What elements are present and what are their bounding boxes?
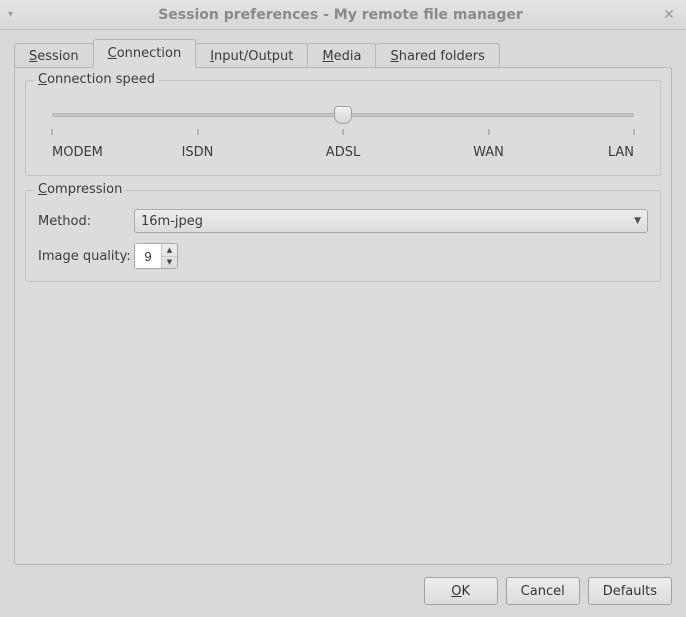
tab-input-output[interactable]: Input/Output [195, 43, 308, 69]
slider-label: MODEM [52, 145, 103, 160]
slider-tick [197, 129, 198, 135]
method-combo[interactable]: 16m-jpeg ▼ [134, 209, 648, 233]
tab-panel-connection: Connection speed MODEM ISDN ADSL WAN LAN Com… [14, 67, 672, 565]
slider-tick [343, 129, 344, 135]
slider-label: WAN [473, 145, 504, 160]
slider-tick [634, 129, 635, 135]
tab-media[interactable]: Media [307, 43, 376, 69]
slider-labels: MODEM ISDN ADSL WAN LAN [52, 145, 634, 163]
slider-label: LAN [608, 145, 634, 160]
window-menu-icon[interactable]: ▾ [8, 9, 13, 20]
slider-ticks [52, 129, 634, 139]
image-quality-stepper[interactable]: ▲ ▼ [134, 243, 178, 269]
tab-session[interactable]: Session [14, 43, 94, 69]
tab-shared-folders[interactable]: Shared folders [375, 43, 499, 69]
connection-speed-slider[interactable]: MODEM ISDN ADSL WAN LAN [38, 99, 648, 163]
row-image-quality: Image quality: ▲ ▼ [38, 243, 648, 269]
slider-label: ISDN [182, 145, 214, 160]
chevron-down-icon: ▼ [634, 216, 641, 226]
method-label: Method: [38, 214, 134, 229]
slider-label: ADSL [326, 145, 360, 160]
stepper-down-icon[interactable]: ▼ [162, 256, 177, 269]
dialog-body: Session Connection Input/Output Media Sh… [0, 30, 686, 617]
title-bar: ▾ Session preferences - My remote file m… [0, 0, 686, 30]
group-title-connection-speed: Connection speed [34, 72, 159, 87]
image-quality-input[interactable] [135, 244, 161, 268]
group-title-compression: Compression [34, 182, 126, 197]
group-compression: Compression Method: 16m-jpeg ▼ Image qua… [25, 190, 661, 282]
dialog-footer: OK Cancel Defaults [14, 565, 672, 605]
ok-button[interactable]: OK [424, 577, 498, 605]
image-quality-label: Image quality: [38, 249, 134, 264]
tab-bar: Session Connection Input/Output Media Sh… [14, 42, 672, 68]
method-value: 16m-jpeg [141, 214, 634, 229]
slider-tick [488, 129, 489, 135]
close-icon[interactable]: ✕ [660, 7, 678, 23]
tab-connection[interactable]: Connection [93, 39, 197, 68]
slider-thumb[interactable] [334, 106, 352, 124]
slider-tick [52, 129, 53, 135]
cancel-button[interactable]: Cancel [506, 577, 580, 605]
group-connection-speed: Connection speed MODEMISDNADSLWANLAN [25, 80, 661, 176]
defaults-button[interactable]: Defaults [588, 577, 672, 605]
row-method: Method: 16m-jpeg ▼ [38, 209, 648, 233]
stepper-up-icon[interactable]: ▲ [162, 244, 177, 256]
window-title: Session preferences - My remote file man… [21, 7, 660, 23]
